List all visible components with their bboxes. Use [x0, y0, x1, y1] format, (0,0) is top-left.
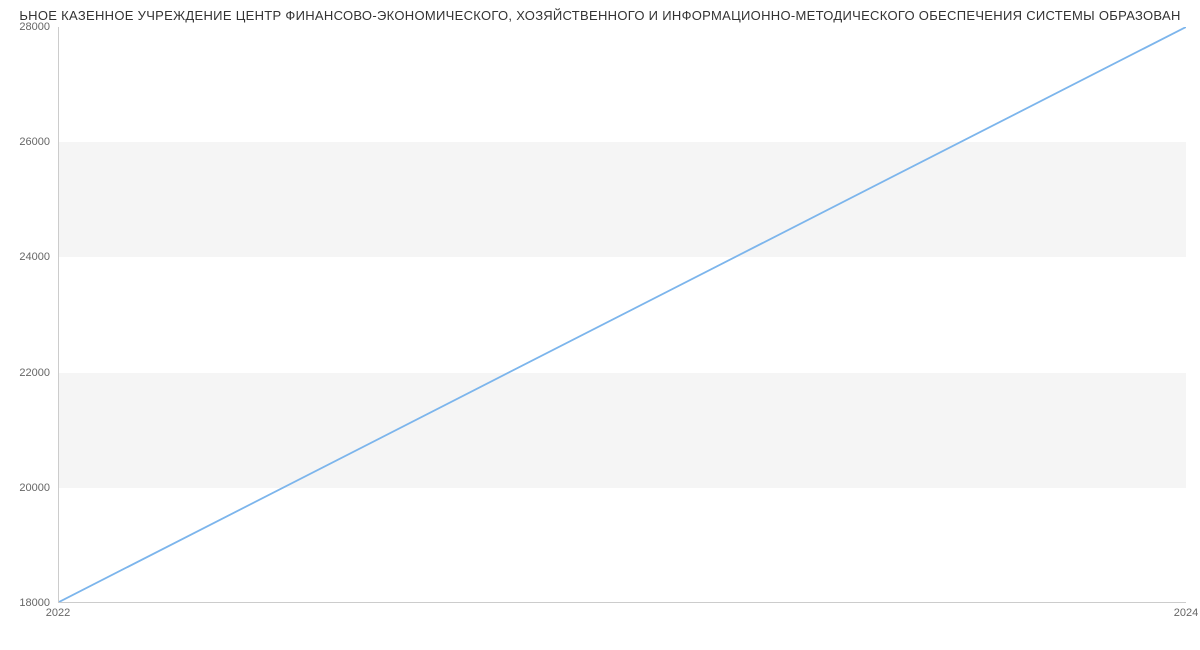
y-axis-tick: 22000	[0, 367, 50, 379]
plot-area	[58, 27, 1186, 603]
series-line-layer	[59, 27, 1186, 602]
y-axis-tick: 26000	[0, 136, 50, 148]
y-axis-tick: 20000	[0, 482, 50, 494]
x-axis-tick: 2024	[1174, 607, 1198, 619]
y-axis-tick: 18000	[0, 597, 50, 609]
series-line	[59, 27, 1186, 602]
chart-title: ЬНОЕ КАЗЕННОЕ УЧРЕЖДЕНИЕ ЦЕНТР ФИНАНСОВО…	[0, 8, 1200, 23]
chart-container: 180002000022000240002600028000 20222024	[58, 27, 1186, 603]
y-axis-tick: 28000	[0, 21, 50, 33]
x-axis-tick: 2022	[46, 607, 70, 619]
y-axis-tick: 24000	[0, 251, 50, 263]
